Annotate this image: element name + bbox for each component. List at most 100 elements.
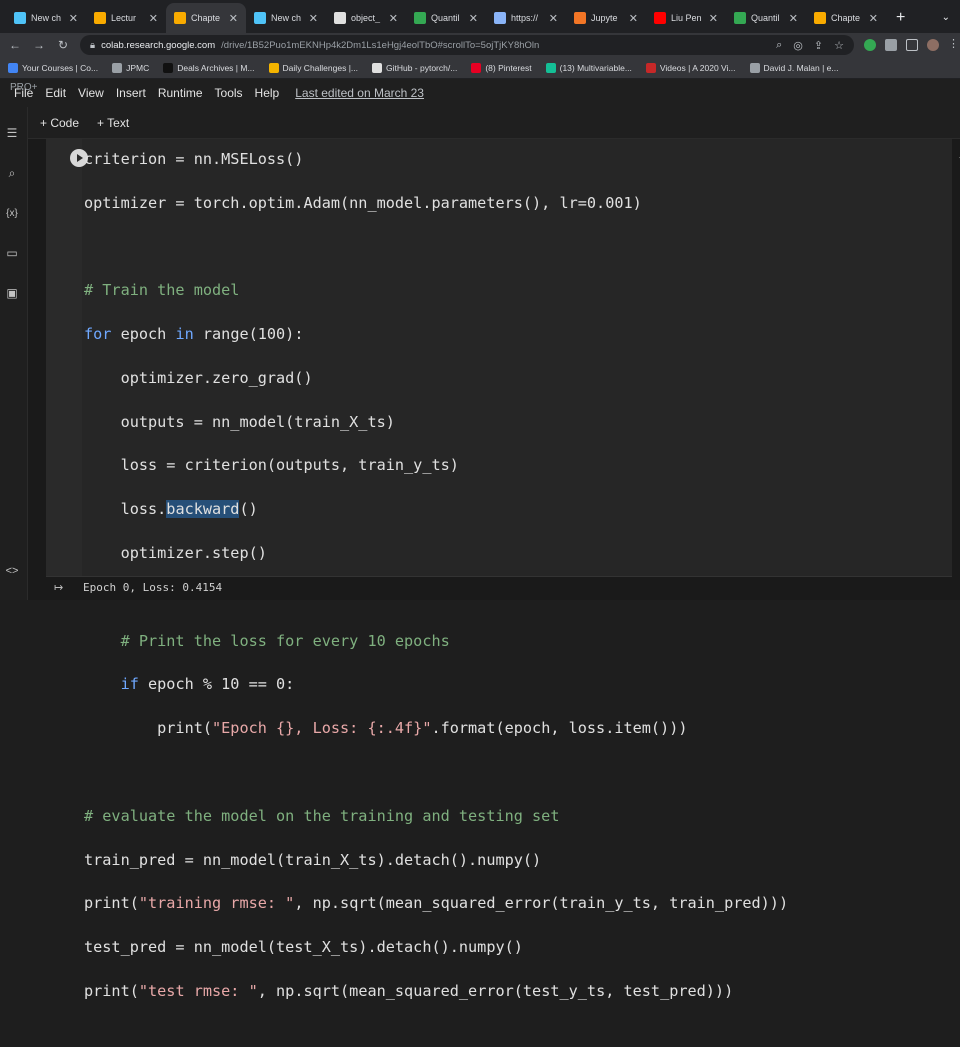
menu-help[interactable]: Help bbox=[255, 86, 280, 100]
menu-runtime[interactable]: Runtime bbox=[158, 86, 203, 100]
last-edited-link[interactable]: Last edited on March 23 bbox=[295, 86, 424, 100]
code-line: # Print the loss for every 10 epochs bbox=[84, 631, 450, 650]
extension-green-icon[interactable] bbox=[864, 39, 876, 51]
browser-tab[interactable]: Quantil ✕ bbox=[726, 3, 806, 33]
sidepanel-icon[interactable] bbox=[906, 39, 918, 51]
bookmark-item[interactable]: GitHub - pytorch/... bbox=[371, 62, 457, 73]
new-tab-button[interactable]: + bbox=[886, 9, 915, 33]
forward-icon[interactable]: → bbox=[32, 38, 46, 52]
code-line: optimizer.step() bbox=[84, 544, 267, 563]
menu-tools[interactable]: Tools bbox=[215, 86, 243, 100]
table-of-contents-icon[interactable]: ☰ bbox=[2, 123, 22, 143]
output-icon[interactable]: ↦ bbox=[54, 581, 63, 594]
bookmark-star-icon[interactable]: ☆ bbox=[834, 39, 844, 52]
reload-icon[interactable]: ↻ bbox=[56, 38, 70, 52]
address-bar-row: ← → ↻ 🔒︎ colab.research.google.com/drive… bbox=[0, 33, 960, 57]
share-icon[interactable]: ⇪ bbox=[814, 39, 823, 52]
output-text: Epoch 0, Loss: 0.4154 bbox=[83, 581, 223, 594]
menu-view[interactable]: View bbox=[78, 86, 104, 100]
left-sidebar: ☰ ⌕ {x} ▭ ▣ bbox=[0, 107, 28, 600]
bookmark-item[interactable]: David J. Malan | e... bbox=[749, 62, 839, 73]
close-tab-icon[interactable]: ✕ bbox=[309, 12, 318, 25]
browser-tab[interactable]: Chapte ✕ bbox=[806, 3, 886, 33]
tab-title: Chapte bbox=[191, 13, 221, 23]
bookmark-item[interactable]: Daily Challenges |... bbox=[268, 62, 358, 73]
close-tab-icon[interactable]: ✕ bbox=[149, 12, 158, 25]
bookmark-label: Daily Challenges |... bbox=[282, 62, 358, 73]
profile-avatar[interactable] bbox=[927, 39, 939, 51]
code-line: if epoch % 10 == 0: bbox=[120, 675, 295, 694]
browser-tab[interactable]: Quantil ✕ bbox=[406, 3, 486, 33]
close-tab-icon[interactable]: ✕ bbox=[709, 12, 718, 25]
code-snippets-icon[interactable]: <> bbox=[2, 565, 22, 577]
github-icon bbox=[334, 12, 346, 24]
menu-edit[interactable]: Edit bbox=[45, 86, 66, 100]
code-line: optimizer.zero_grad() bbox=[84, 368, 313, 387]
close-tab-icon[interactable]: ✕ bbox=[549, 12, 558, 25]
colab-icon bbox=[94, 12, 106, 24]
add-code-button[interactable]: + Code bbox=[40, 116, 79, 130]
browser-menu-icon[interactable]: ⋮ bbox=[948, 39, 959, 51]
youtube-icon bbox=[654, 12, 666, 24]
browser-tab-bar: New ch ✕ Lectur ✕ Chapte ✕ New ch ✕ object_ ✕ Quan… bbox=[0, 0, 960, 33]
bookmarks-bar: Your Courses | Co... JPMC Deals Archives |… bbox=[0, 57, 960, 79]
browser-tab[interactable]: Chapte ✕ bbox=[166, 3, 246, 33]
code-line: print("Epoch {}, Loss: {:.4f}".format(ep… bbox=[84, 719, 688, 738]
url-host: colab.research.google.com bbox=[101, 39, 216, 51]
back-icon[interactable]: ← bbox=[8, 38, 22, 52]
browser-tab[interactable]: Jupyte ✕ bbox=[566, 3, 646, 33]
bookmark-item[interactable]: (13) Multivariable... bbox=[545, 62, 632, 73]
cast-icon[interactable]: ◎ bbox=[793, 39, 803, 52]
code-line: # evaluate the model on the training and… bbox=[84, 806, 560, 825]
close-tab-icon[interactable]: ✕ bbox=[469, 12, 478, 25]
globe-icon bbox=[494, 12, 506, 24]
bookmark-favicon-icon bbox=[749, 62, 760, 73]
url-path: /drive/1B52Puo1mEKNHp4k2Dm1Ls1eHgj4eolTb… bbox=[221, 39, 540, 51]
variables-icon[interactable]: {x} bbox=[2, 203, 22, 223]
code-line: optimizer = torch.optim.Adam(nn_model.pa… bbox=[84, 193, 642, 212]
browser-tab[interactable]: New ch ✕ bbox=[6, 3, 86, 33]
code-line: test_pred = nn_model(test_X_ts).detach()… bbox=[84, 938, 523, 957]
browser-tab[interactable]: New ch ✕ bbox=[246, 3, 326, 33]
browser-tab[interactable]: Liu Pen ✕ bbox=[646, 3, 726, 33]
url-field[interactable]: 🔒︎ colab.research.google.com/drive/1B52P… bbox=[80, 35, 854, 55]
bookmark-label: Deals Archives | M... bbox=[177, 62, 255, 73]
extensions-puzzle-icon[interactable] bbox=[885, 39, 897, 51]
close-tab-icon[interactable]: ✕ bbox=[229, 12, 238, 25]
tab-title: Chapte bbox=[831, 13, 861, 23]
bookmark-label: JPMC bbox=[126, 62, 150, 73]
bookmark-item[interactable]: Deals Archives | M... bbox=[163, 62, 255, 73]
colab-icon bbox=[174, 12, 186, 24]
secrets-icon[interactable]: ▣ bbox=[2, 283, 22, 303]
bookmark-label: (13) Multivariable... bbox=[559, 62, 632, 73]
menu-insert[interactable]: Insert bbox=[116, 86, 146, 100]
close-tab-icon[interactable]: ✕ bbox=[69, 12, 78, 25]
browser-tab[interactable]: object_ ✕ bbox=[326, 3, 406, 33]
bookmark-label: David J. Malan | e... bbox=[763, 62, 839, 73]
bookmark-favicon-icon bbox=[8, 62, 18, 73]
files-folder-icon[interactable]: ▭ bbox=[2, 243, 22, 263]
bookmark-label: Videos | A 2020 Vi... bbox=[659, 62, 736, 73]
bookmark-item[interactable]: Videos | A 2020 Vi... bbox=[645, 62, 736, 73]
move-cell-up-icon[interactable]: ↑ bbox=[950, 147, 960, 169]
browser-tab[interactable]: Lectur ✕ bbox=[86, 3, 166, 33]
tab-search-icon[interactable]: ⌄ bbox=[932, 12, 960, 33]
colab-menu-bar: PRO+ File Edit View Insert Runtime Tools… bbox=[0, 79, 960, 107]
zoom-icon[interactable]: ⌕ bbox=[776, 39, 782, 52]
tab-title: Lectur bbox=[111, 13, 137, 23]
close-tab-icon[interactable]: ✕ bbox=[629, 12, 638, 25]
code-line: train_pred = nn_model(train_X_ts).detach… bbox=[84, 850, 542, 869]
code-cell[interactable]: criterion = nn.MSELoss() optimizer = tor… bbox=[46, 139, 960, 1000]
browser-tab[interactable]: https:// ✕ bbox=[486, 3, 566, 33]
bookmark-favicon-icon bbox=[545, 62, 556, 73]
bookmark-item[interactable]: JPMC bbox=[112, 62, 150, 73]
close-tab-icon[interactable]: ✕ bbox=[789, 12, 798, 25]
close-tab-icon[interactable]: ✕ bbox=[389, 12, 398, 25]
tab-title: New ch bbox=[271, 13, 302, 23]
search-icon[interactable]: ⌕ bbox=[2, 163, 22, 183]
close-tab-icon[interactable]: ✕ bbox=[869, 12, 878, 25]
code-line: loss.backward() bbox=[84, 500, 258, 519]
bookmark-item[interactable]: Your Courses | Co... bbox=[8, 62, 98, 73]
bookmark-item[interactable]: (8) Pinterest bbox=[471, 62, 532, 73]
